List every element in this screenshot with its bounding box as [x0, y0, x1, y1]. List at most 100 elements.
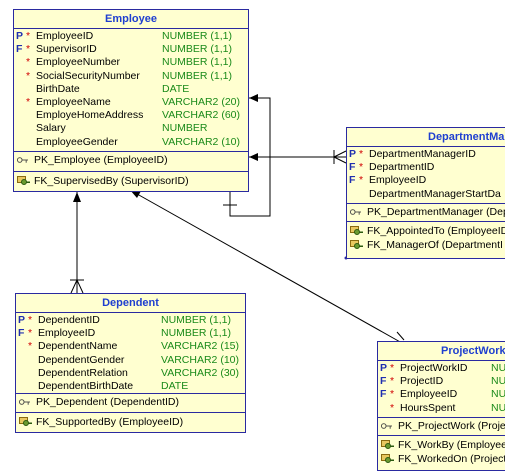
column-type: NUMBER (1,1) [162, 69, 233, 82]
mandatory-marker: * [359, 161, 364, 174]
column-row[interactable]: EmployeeGender VARCHAR2 (10) [14, 136, 248, 149]
column-name: BirthDate [36, 82, 80, 95]
mandatory-marker: * [390, 388, 395, 401]
fk-row[interactable]: FK_WorkedOn (Project [378, 452, 505, 466]
table-employee[interactable]: Employee P * EmployeeID NUMBER (1,1) F * Super… [13, 9, 249, 192]
mandatory-marker: * [26, 95, 31, 108]
pk-row[interactable]: PK_DepartmentManager (Dep [347, 205, 505, 219]
mandatory-marker: * [359, 148, 364, 160]
fk-section: FK_SupportedBy (EmployeeID) [16, 412, 245, 429]
column-type: DATE [162, 82, 190, 95]
column-row[interactable]: F * EmployeeID NU [378, 388, 505, 401]
column-row[interactable]: F * EmployeeID NUMBER (1,1) [16, 327, 245, 340]
column-name: SocialSecurityNumber [36, 69, 140, 82]
fk-label: FK_SupervisedBy (SupervisorID) [34, 175, 189, 187]
fk-row[interactable]: FK_AppointedTo (EmployeeID [347, 224, 505, 238]
key-icon [19, 399, 30, 405]
pk-row[interactable]: PK_ProjectWork (Projec [378, 419, 505, 433]
column-type: VARCHAR2 (20) [162, 95, 240, 108]
pk-section: PK_Dependent (DependentID) [16, 393, 245, 409]
mandatory-marker: * [26, 56, 31, 69]
fk-row[interactable]: FK_SupportedBy (EmployeeID) [16, 415, 245, 429]
column-name: SupervisorID [36, 43, 97, 56]
table-department-manager[interactable]: DepartmentMa P * DepartmentManagerID F * Depa… [346, 127, 505, 259]
key-marker: P [349, 148, 357, 160]
key-icon [17, 157, 28, 163]
fk-label: FK_WorkBy (EmployeeI [398, 439, 505, 451]
pk-label: PK_Dependent (DependentID) [36, 396, 180, 408]
column-row[interactable]: * DependentName VARCHAR2 (15) [16, 340, 245, 353]
key-marker: F [349, 161, 356, 174]
column-row[interactable]: F * ProjectID NU [378, 375, 505, 388]
column-name: DependentID [38, 314, 100, 326]
fk-row[interactable]: FK_WorkBy (EmployeeI [378, 438, 505, 452]
column-row[interactable]: F * EmployeeID [347, 174, 505, 187]
column-row[interactable]: DependentBirthDate DATE [16, 380, 245, 393]
foreign-key-icon [17, 176, 30, 185]
mandatory-marker: * [390, 401, 395, 414]
column-row[interactable]: P * ProjectWorkID NU [378, 362, 505, 375]
table-title: ProjectWork [378, 342, 505, 361]
column-row[interactable]: * EmployeeNumber NUMBER (1,1) [14, 56, 248, 69]
key-marker: F [380, 388, 387, 401]
fk-row[interactable]: FK_ManagerOf (DepartmentI [347, 238, 505, 252]
column-row[interactable]: * SocialSecurityNumber NUMBER (1,1) [14, 70, 248, 83]
column-type: NU [491, 375, 505, 388]
column-name: Salary [36, 122, 66, 135]
mandatory-marker: * [390, 362, 395, 374]
fk-section: FK_AppointedTo (EmployeeID FK_ManagerOf (… [347, 221, 505, 252]
column-list: P * EmployeeID NUMBER (1,1) F * SupervisorID NU… [14, 29, 248, 149]
fk-section: FK_WorkBy (EmployeeI FK_WorkedOn (Project [378, 435, 505, 466]
column-name: EmployeeID [369, 174, 427, 187]
column-name: ProjectWorkID [400, 362, 468, 374]
column-row[interactable]: DepartmentManagerStartDa [347, 188, 505, 201]
mandatory-marker: * [359, 174, 364, 187]
pk-label: PK_DepartmentManager (Dep [367, 206, 505, 218]
table-title: Dependent [16, 294, 245, 313]
pk-label: PK_Employee (EmployeeID) [34, 154, 168, 166]
column-name: EmployeeName [36, 95, 111, 108]
fk-label: FK_SupportedBy (EmployeeID) [36, 416, 184, 428]
column-row[interactable]: P * EmployeeID NUMBER (1,1) [14, 30, 248, 43]
column-row[interactable]: * HoursSpent NU [378, 402, 505, 415]
column-type: VARCHAR2 (60) [162, 109, 240, 122]
key-marker: P [380, 362, 388, 374]
pk-row[interactable]: PK_Dependent (DependentID) [16, 395, 245, 409]
column-row[interactable]: P * DependentID NUMBER (1,1) [16, 314, 245, 327]
table-title: DepartmentMa [347, 128, 505, 147]
foreign-key-icon [19, 417, 32, 426]
key-marker: P [16, 30, 24, 42]
column-row[interactable]: BirthDate DATE [14, 83, 248, 96]
column-row[interactable]: DependentGender VARCHAR2 (10) [16, 354, 245, 367]
pk-section: PK_DepartmentManager (Dep [347, 203, 505, 219]
mandatory-marker: * [28, 340, 33, 353]
table-project-work[interactable]: ProjectWork P * ProjectWorkID NU F * ProjectID… [377, 341, 505, 471]
column-type: VARCHAR2 (30) [161, 366, 239, 379]
column-name: DepartmentManagerID [369, 148, 476, 160]
foreign-key-icon [381, 454, 394, 463]
column-list: P * ProjectWorkID NU F * ProjectID NU F * Employee… [378, 361, 505, 415]
column-row[interactable]: * EmployeeName VARCHAR2 (20) [14, 96, 248, 109]
arrowhead [249, 94, 258, 102]
column-row[interactable]: F * SupervisorID NUMBER (1,1) [14, 43, 248, 56]
fk-row[interactable]: FK_SupervisedBy (SupervisorID) [14, 174, 248, 188]
mandatory-marker: * [390, 375, 395, 388]
foreign-key-icon [381, 440, 394, 449]
column-name: EmployeeNumber [36, 56, 121, 69]
column-row[interactable]: DependentRelation VARCHAR2 (30) [16, 367, 245, 380]
column-type: NUMBER (1,1) [162, 56, 233, 69]
column-name: ProjectID [400, 375, 444, 388]
column-type: NUMBER (1,1) [162, 30, 233, 42]
key-marker: F [18, 327, 25, 340]
column-row[interactable]: F * DepartmentID [347, 161, 505, 174]
key-icon [381, 423, 392, 429]
table-dependent[interactable]: Dependent P * DependentID NUMBER (1,1) F * Emp… [15, 293, 246, 433]
column-row[interactable]: EmployeHomeAddress VARCHAR2 (60) [14, 109, 248, 122]
column-row[interactable]: P * DepartmentManagerID [347, 148, 505, 161]
column-name: EmployeHomeAddress [36, 109, 144, 122]
column-type: VARCHAR2 (10) [161, 353, 239, 366]
pk-row[interactable]: PK_Employee (EmployeeID) [14, 153, 248, 167]
column-row[interactable]: Salary NUMBER [14, 122, 248, 135]
fk-label: FK_WorkedOn (Project [398, 453, 505, 465]
column-name: EmployeeID [400, 388, 458, 401]
